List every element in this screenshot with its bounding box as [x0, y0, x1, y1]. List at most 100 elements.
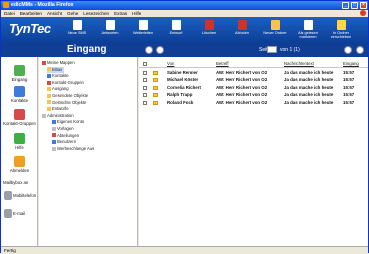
toolbar-button-5[interactable]: Abholen — [228, 19, 256, 41]
col-text[interactable]: Nachrichtentext — [284, 61, 314, 67]
app-toolbar: TynTec Neue SMS Antworten Weiterleiten Entw… — [1, 17, 368, 43]
toolbar-button-8[interactable]: In Ordner verschieben — [327, 19, 355, 41]
cell-time: 15:57 — [343, 77, 355, 83]
row-checkbox[interactable] — [143, 100, 147, 105]
row-checkbox[interactable] — [143, 93, 147, 98]
col-received[interactable]: Eingang — [343, 61, 359, 67]
menu-item-0[interactable]: Datei — [4, 11, 15, 16]
account-icon — [52, 120, 56, 125]
toolbar-button-6[interactable]: Neuer Ordner — [261, 19, 289, 41]
row-checkbox[interactable] — [143, 78, 147, 83]
admin-folder-icon — [42, 113, 46, 118]
cell-subject: AW: Herr Richert von O2 — [216, 99, 268, 105]
table-row[interactable]: Ralph Trapp AW: Herr Richert von O2 Ja das… — [139, 91, 368, 98]
menu-item-1[interactable]: Bearbeiten — [20, 11, 42, 16]
sidebar-item-label: Eingang — [11, 77, 28, 82]
tree-item-4[interactable]: Ausgang — [47, 86, 69, 92]
toolbar-button-4[interactable]: Löschen — [195, 19, 223, 41]
tree-item-label: Abteilungen — [57, 132, 80, 138]
tree-item-11[interactable]: Abteilungen — [52, 133, 79, 139]
tree-item-label: Ausgang — [52, 86, 69, 92]
sidebar-item-eingang[interactable]: Eingang — [1, 65, 38, 82]
tree-item-9[interactable]: Eigenes Konto — [52, 119, 84, 125]
sidebar-item-label: Kontakte — [11, 98, 28, 103]
grid-header: Von Betreff Nachrichtentext Eingang — [139, 60, 368, 68]
tree-item-5[interactable]: Gesendete Objekte — [47, 93, 88, 99]
toolbar-button-1[interactable]: Antworten — [96, 19, 124, 41]
toolbar-button-2[interactable]: Weiterleiten — [129, 19, 157, 41]
cell-from: Roland Fock — [167, 99, 194, 105]
row-checkbox[interactable] — [143, 85, 147, 90]
sidebar-section-item-0[interactable]: Mobiltelefon — [1, 191, 38, 201]
table-row[interactable]: Cornelia Richert AW: Herr Richert von O2 J… — [139, 84, 368, 91]
next-page-icon[interactable] — [356, 46, 364, 54]
close-button[interactable]: × — [360, 2, 367, 9]
tree-item-label: Administration — [47, 112, 74, 118]
table-row[interactable]: Sabine Renner AW: Herr Richert von O2 Ja d… — [139, 69, 368, 76]
col-from[interactable]: Von — [167, 61, 174, 67]
envelope-icon — [153, 100, 158, 105]
sidebar-section-item-1[interactable]: E-mail — [1, 209, 38, 219]
sidebar-item-hilfe[interactable]: Hilfe — [1, 133, 38, 150]
toolbar-button-0[interactable]: Neue SMS — [63, 19, 91, 41]
col-subject[interactable]: Betreff — [216, 61, 229, 67]
sidebar-section-label: Mobiltelefon — [13, 193, 37, 199]
tree-item-label: Inbox — [52, 66, 63, 72]
cell-subject: AW: Herr Richert von O2 — [216, 77, 268, 83]
menu-item-4[interactable]: Lesezeichen — [83, 11, 109, 16]
sidebar-item-kontakte[interactable]: Kontakte — [1, 86, 38, 103]
tree-item-13[interactable]: Werbeschlange Aus — [52, 146, 94, 152]
browser-window: edicMMs - Mozilla Firefox _ □ × Datei Bea… — [0, 0, 369, 253]
contacts-folder-icon — [47, 74, 51, 79]
row-checkbox[interactable] — [143, 71, 147, 75]
menu-item-3[interactable]: Gehe — [67, 11, 78, 16]
sidebar-item-abmelden[interactable]: Abmelden — [1, 156, 38, 173]
cell-from: Ralph Trapp — [167, 92, 193, 98]
sidebar-item-kontakt-gruppen[interactable]: Kontakt-Gruppen — [1, 109, 38, 126]
toolbar-label: Weiterleiten — [133, 31, 153, 35]
tree-item-7[interactable]: Entwürfe — [47, 106, 69, 112]
menu-item-6[interactable]: Hilfe — [132, 11, 141, 16]
tree-item-6[interactable]: Gelöschte Objekte — [47, 100, 86, 106]
cell-from: Sabine Renner — [167, 70, 198, 75]
minimize-button[interactable]: _ — [342, 2, 349, 9]
toolbar-label: Antworten — [101, 31, 119, 35]
template-icon — [52, 126, 56, 131]
folder-title: Eingang — [67, 44, 107, 55]
back-circle-icon[interactable] — [145, 46, 153, 54]
tyntec-logo: TynTec — [9, 21, 51, 36]
tree-item-8[interactable]: Administration — [42, 113, 74, 119]
tree-item-0[interactable]: Meine Mappen — [42, 60, 75, 66]
select-all-checkbox[interactable] — [143, 62, 147, 66]
tree-item-2[interactable]: Kontakte — [47, 73, 69, 79]
tree-item-1[interactable]: Inbox — [47, 66, 65, 73]
forward-circle-icon[interactable] — [156, 46, 164, 54]
folder-tree: Meine Mappen Inbox Kontakte Kontakt-Gruppen… — [39, 57, 138, 246]
toolbar-label: Entwurf — [169, 31, 183, 35]
cell-text: Ja das mache ich heute — [284, 99, 334, 105]
sidebar: Eingang Kontakte Kontakt-Gruppen Hilfe Abmel… — [1, 57, 38, 246]
tree-item-10[interactable]: Vorlagen — [52, 126, 74, 132]
envelope-icon — [153, 85, 158, 90]
cell-time: 15:57 — [343, 92, 355, 98]
page-input[interactable] — [267, 46, 277, 53]
firefox-icon — [3, 2, 9, 8]
toolbar-button-7[interactable]: Als gelesen markieren — [294, 19, 322, 41]
menu-item-5[interactable]: Extras — [114, 11, 127, 16]
sidebar-section-label: E-mail — [13, 211, 26, 217]
fetch-icon — [237, 20, 247, 30]
table-row[interactable]: Michael Köster AW: Herr Richert von O2 Ja … — [139, 76, 368, 83]
toolbar-button-3[interactable]: Entwurf — [162, 19, 190, 41]
tree-item-3[interactable]: Kontakt-Gruppen — [47, 80, 84, 86]
status-bar: Fertig — [1, 246, 368, 253]
prev-page-icon[interactable] — [344, 46, 352, 54]
tree-item-12[interactable]: Benutzern — [52, 139, 76, 145]
tree-item-label: Vorlagen — [57, 126, 74, 131]
menu-item-2[interactable]: Ansicht — [47, 11, 62, 16]
table-row[interactable]: Roland Fock AW: Herr Richert von O2 Ja das… — [139, 99, 368, 106]
envelope-icon — [153, 78, 158, 83]
folder-header: Eingang Seite von 1 (1) — [1, 43, 368, 57]
maximize-button[interactable]: □ — [351, 2, 358, 9]
page-count: von 1 (1) — [280, 47, 300, 53]
draft-icon — [171, 20, 181, 30]
